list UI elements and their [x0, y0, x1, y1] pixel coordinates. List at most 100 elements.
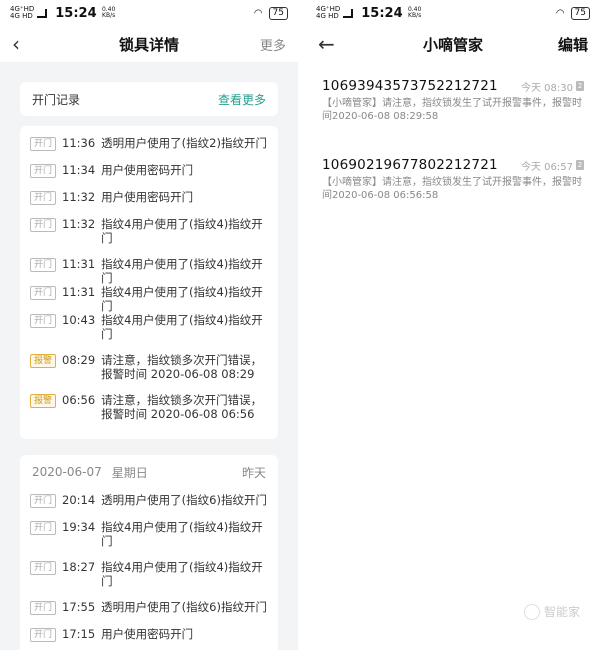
yesterday-records-card: 2020-06-07 星期日 昨天 开门 20:14 透明用户使用了(指纹6)指纹开…	[20, 455, 278, 650]
page-title: 锁具详情	[118, 35, 179, 54]
record-text: 指纹4用户使用了(指纹4)指纹开门	[101, 313, 263, 341]
record-text: 请注意，指纹锁多次开门错误，报警时间 2020-06-08 08:29	[101, 353, 263, 381]
record-time: 11:31	[62, 257, 96, 271]
back-arrow-icon[interactable]: ←	[318, 34, 358, 54]
sms-message[interactable]: 1069394357375221272​1 今天 08:30 2 【小嘀管家】请注意，…	[306, 78, 600, 123]
lock-detail-screen: 4G⁺HD 4G HD 15:24 0.40 KB/s ◠ 75 ‹ 锁具详情 更多…	[0, 0, 298, 650]
more-button[interactable]: 更多	[246, 35, 286, 54]
net-speed: 0.40 KB/s	[101, 6, 116, 19]
record-time: 11:34	[62, 163, 96, 177]
record-time: 08:29	[62, 353, 96, 367]
sender-number: 1069394357375221272​1	[322, 78, 498, 94]
record-time: 06:56	[62, 393, 96, 407]
view-more-link[interactable]: 查看更多	[218, 91, 266, 108]
record-text: 透明用户使用了(指纹6)指纹开门	[101, 600, 267, 614]
record-row: 开门 10:43 指纹4用户使用了(指纹4)指纹开门	[20, 313, 278, 353]
record-text: 指纹4用户使用了(指纹4)指纹开门	[101, 217, 263, 245]
record-text: 透明用户使用了(指纹6)指纹开门	[101, 493, 267, 507]
watermark-logo-icon	[523, 603, 540, 620]
day-date: 2020-06-07	[32, 465, 102, 479]
record-text: 指纹4用户使用了(指纹4)指纹开门	[101, 285, 263, 313]
nav-bar: ‹ 锁具详情 更多	[0, 26, 298, 62]
nav-bar: ← 小嘀管家 编辑	[306, 26, 600, 62]
status-bar: 4G⁺HD 4G HD 15:24 0.40 KB/s ◠ 75	[306, 0, 600, 26]
record-row: 开门 17:55 透明用户使用了(指纹6)指纹开门	[20, 600, 278, 627]
net-speed: 0.40 KB/s	[407, 6, 422, 19]
record-text: 请注意，指纹锁多次开门错误，报警时间 2020-06-08 06:56	[101, 393, 263, 421]
section-title: 开门记录	[32, 92, 81, 107]
alarm-badge: 报警	[30, 354, 56, 368]
watermark: 智能家	[523, 603, 580, 620]
edit-button[interactable]: 编辑	[548, 34, 588, 55]
open-badge: 开门	[30, 314, 56, 328]
sender-number: 10690219677802212721	[322, 157, 498, 173]
wifi-icon: ◠	[253, 7, 263, 19]
record-row: 开门 19:34 指纹4用户使用了(指纹4)指纹开门	[20, 520, 278, 560]
record-time: 11:31	[62, 285, 96, 299]
signal-indicator: 4G⁺HD 4G HD	[10, 5, 35, 20]
status-time: 15:24	[361, 5, 403, 21]
record-row: 开门 11:31 指纹4用户使用了(指纹4)指纹开门	[20, 257, 278, 285]
record-time: 17:55	[62, 600, 96, 614]
back-chevron-icon[interactable]: ‹	[12, 34, 52, 54]
wifi-icon: ◠	[555, 7, 565, 19]
day-label: 昨天	[241, 465, 266, 480]
screen-divider	[298, 0, 306, 650]
battery-indicator: 75	[570, 6, 590, 20]
message-time: 今天 06:57 2	[521, 160, 584, 173]
today-records-card: 开门 11:36 透明用户使用了(指纹2)指纹开门 开门 11:34 用户使用密码开门 开门…	[20, 126, 278, 439]
record-time: 10:43	[62, 313, 96, 327]
record-row: 开门 17:15 用户使用密码开门	[20, 627, 278, 650]
open-badge: 开门	[30, 191, 56, 205]
open-badge: 开门	[30, 258, 56, 272]
message-body: 【小嘀管家】请注意，指纹锁发生了试开报警事件，报警时间2020-06-08 08…	[322, 98, 582, 122]
page-title: 小嘀管家	[422, 35, 483, 54]
signal-bars-icon	[37, 8, 48, 18]
open-badge: 开门	[30, 286, 56, 300]
signal-indicator: 4G⁺HD 4G HD	[316, 5, 341, 20]
sms-thread-screen: 4G⁺HD 4G HD 15:24 0.40 KB/s ◠ 75 ← 小嘀管家 编辑…	[306, 0, 600, 650]
record-row: 开门 11:32 用户使用密码开门	[20, 190, 278, 217]
open-badge: 开门	[30, 164, 56, 178]
record-text: 用户使用密码开门	[101, 627, 194, 641]
record-row: 开门 11:32 指纹4用户使用了(指纹4)指纹开门	[20, 217, 278, 257]
record-text: 指纹4用户使用了(指纹4)指纹开门	[101, 520, 263, 548]
open-badge: 开门	[30, 218, 56, 232]
record-time: 20:14	[62, 493, 96, 507]
sim-card-icon: 2	[576, 81, 584, 91]
record-time: 19:34	[62, 520, 96, 534]
record-text: 指纹4用户使用了(指纹4)指纹开门	[101, 257, 263, 285]
record-row: 开门 20:14 透明用户使用了(指纹6)指纹开门	[20, 493, 278, 520]
record-time: 11:32	[62, 190, 96, 204]
sim-card-icon: 2	[576, 160, 584, 170]
open-badge: 开门	[30, 561, 56, 575]
record-text: 用户使用密码开门	[101, 190, 194, 204]
record-text: 指纹4用户使用了(指纹4)指纹开门	[101, 560, 263, 588]
message-time: 今天 08:30 2	[521, 81, 584, 94]
record-text: 用户使用密码开门	[101, 163, 194, 177]
open-record-header-card: 开门记录 查看更多	[20, 82, 278, 116]
status-bar: 4G⁺HD 4G HD 15:24 0.40 KB/s ◠ 75	[0, 0, 298, 26]
record-row: 开门 11:34 用户使用密码开门	[20, 163, 278, 190]
open-badge: 开门	[30, 628, 56, 642]
day-header: 2020-06-07 星期日 昨天	[20, 455, 278, 489]
alarm-badge: 报警	[30, 394, 56, 408]
record-row: 开门 18:27 指纹4用户使用了(指纹4)指纹开门	[20, 560, 278, 600]
sms-message[interactable]: 10690219677802212721 今天 06:57 2 【小嘀管家】请注意，指…	[306, 157, 600, 202]
open-badge: 开门	[30, 601, 56, 615]
message-body: 【小嘀管家】请注意，指纹锁发生了试开报警事件，报警时间2020-06-08 06…	[322, 177, 582, 201]
open-badge: 开门	[30, 494, 56, 508]
record-time: 11:36	[62, 136, 96, 150]
record-row: 报警 08:29 请注意，指纹锁多次开门错误，报警时间 2020-06-08 08:…	[20, 353, 278, 393]
record-row: 开门 11:36 透明用户使用了(指纹2)指纹开门	[20, 136, 278, 163]
day-weekday: 星期日	[111, 465, 148, 480]
signal-bars-icon	[343, 8, 354, 18]
record-row: 开门 11:31 指纹4用户使用了(指纹4)指纹开门	[20, 285, 278, 313]
open-badge: 开门	[30, 521, 56, 535]
record-time: 18:27	[62, 560, 96, 574]
open-badge: 开门	[30, 137, 56, 151]
record-text: 透明用户使用了(指纹2)指纹开门	[101, 136, 267, 150]
battery-indicator: 75	[268, 6, 288, 20]
status-time: 15:24	[55, 5, 97, 21]
record-time: 11:32	[62, 217, 96, 231]
